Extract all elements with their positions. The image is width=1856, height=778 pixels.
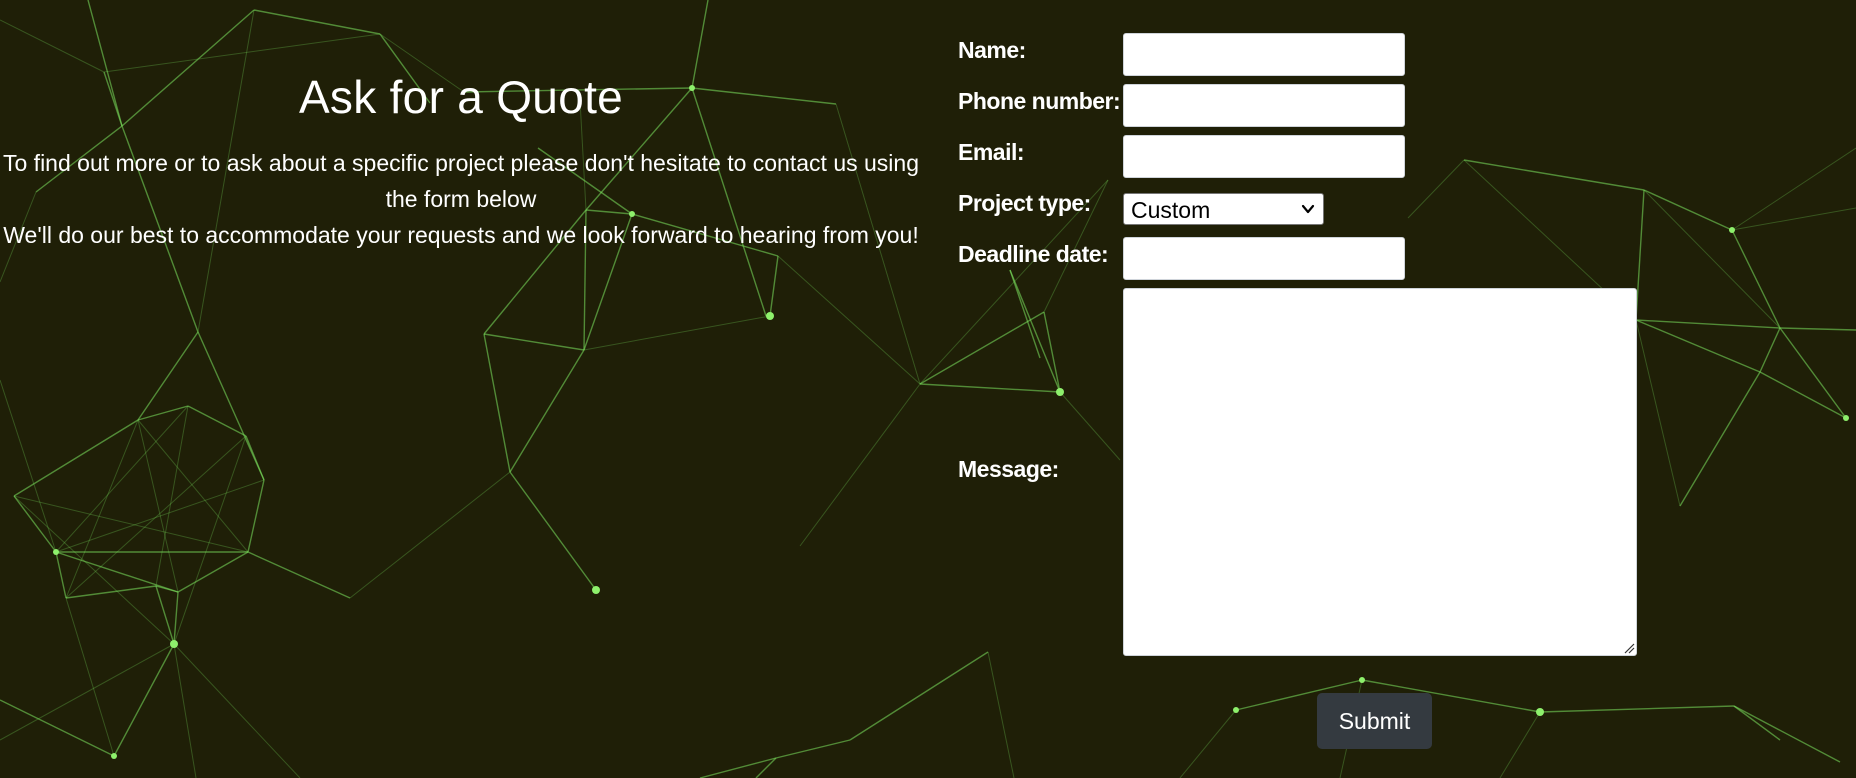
project-type-selected-value: Custom [1131, 197, 1211, 223]
chevron-down-icon [1301, 204, 1315, 214]
intro-paragraph-thanks: We'll do our best to accommodate your re… [3, 222, 919, 249]
phone-label: Phone number: [958, 88, 1121, 114]
project-type-label: Project type: [958, 190, 1091, 216]
intro-section: Ask for a Quote To find out more or to a… [0, 70, 922, 253]
message-label: Message: [958, 456, 1059, 482]
name-input[interactable] [1123, 33, 1405, 76]
quote-form: Name: Phone number: Email: Project type:… [958, 33, 1658, 749]
project-type-select[interactable]: Custom [1123, 193, 1324, 225]
email-input[interactable] [1123, 135, 1405, 178]
page-background: Ask for a Quote To find out more or to a… [0, 0, 1856, 778]
name-row: Name: [958, 33, 1658, 84]
name-label: Name: [958, 37, 1026, 63]
page-title: Ask for a Quote [298, 71, 624, 123]
deadline-label: Deadline date: [958, 241, 1109, 267]
deadline-row: Deadline date: [958, 237, 1658, 288]
submit-button[interactable]: Submit [1317, 693, 1432, 749]
message-textarea[interactable] [1123, 288, 1637, 656]
email-label: Email: [958, 139, 1025, 165]
deadline-input[interactable] [1123, 237, 1405, 280]
intro-paragraph-contact: To find out more or to ask about a speci… [3, 150, 919, 213]
email-row: Email: [958, 135, 1658, 186]
resize-handle-icon[interactable] [1623, 642, 1635, 654]
phone-row: Phone number: [958, 84, 1658, 135]
phone-input[interactable] [1123, 84, 1405, 127]
